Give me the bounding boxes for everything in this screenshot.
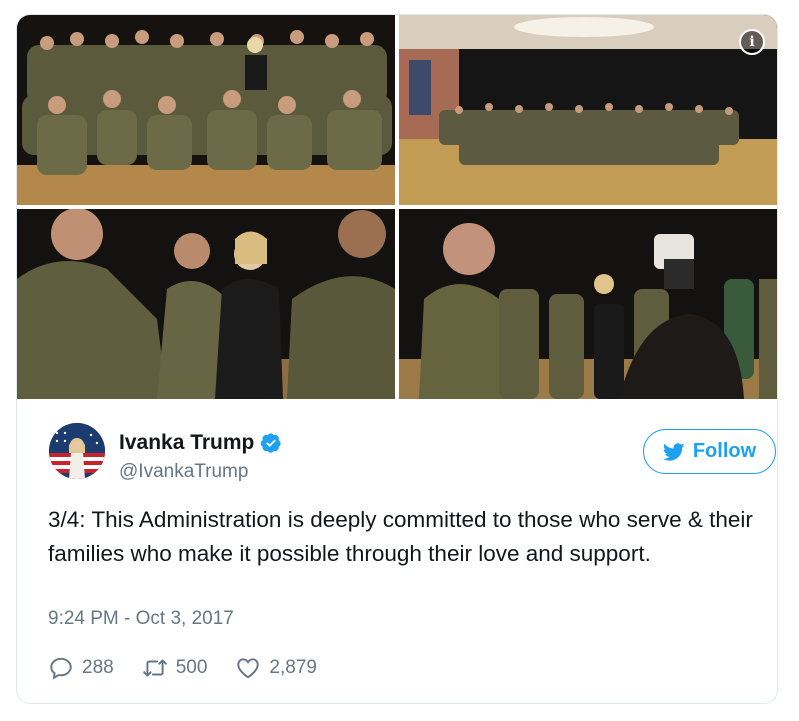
verified-badge-icon	[261, 433, 282, 453]
author-handle[interactable]: @IvankaTrump	[119, 461, 248, 483]
retweet-button[interactable]: 500	[142, 655, 208, 681]
tweet-header: Ivanka Trump @IvankaTrump Follow	[49, 421, 776, 485]
reply-icon	[50, 657, 72, 680]
tweet-photo-3[interactable]	[17, 209, 395, 399]
twitter-bird-icon	[662, 442, 685, 461]
tweet-photo-2[interactable]: i	[399, 15, 777, 205]
follow-button[interactable]: Follow	[643, 429, 776, 474]
tweet-actions: 288 500 2,879	[48, 653, 345, 683]
reply-count: 288	[82, 657, 114, 678]
info-icon[interactable]: i	[739, 29, 765, 55]
heart-icon	[237, 658, 260, 679]
retweet-count: 500	[175, 657, 208, 678]
reply-button[interactable]: 288	[48, 655, 114, 681]
tweet-media-grid: i	[17, 15, 777, 399]
tweet-timestamp[interactable]: 9:24 PM - Oct 3, 2017	[48, 608, 234, 630]
follow-label: Follow	[692, 440, 757, 462]
tweet-photo-1[interactable]	[17, 15, 395, 205]
author-avatar[interactable]	[49, 423, 105, 479]
retweet-icon	[142, 659, 167, 677]
tweet-text: 3/4: This Administration is deeply commi…	[48, 507, 753, 566]
author-name[interactable]: Ivanka Trump	[119, 431, 254, 455]
like-count: 2,879	[269, 657, 317, 678]
tweet-card: i Ivanka Trump @IvankaTrump Follow 3/4: …	[16, 14, 778, 704]
like-button[interactable]: 2,879	[235, 655, 317, 681]
tweet-photo-4[interactable]	[399, 209, 777, 399]
